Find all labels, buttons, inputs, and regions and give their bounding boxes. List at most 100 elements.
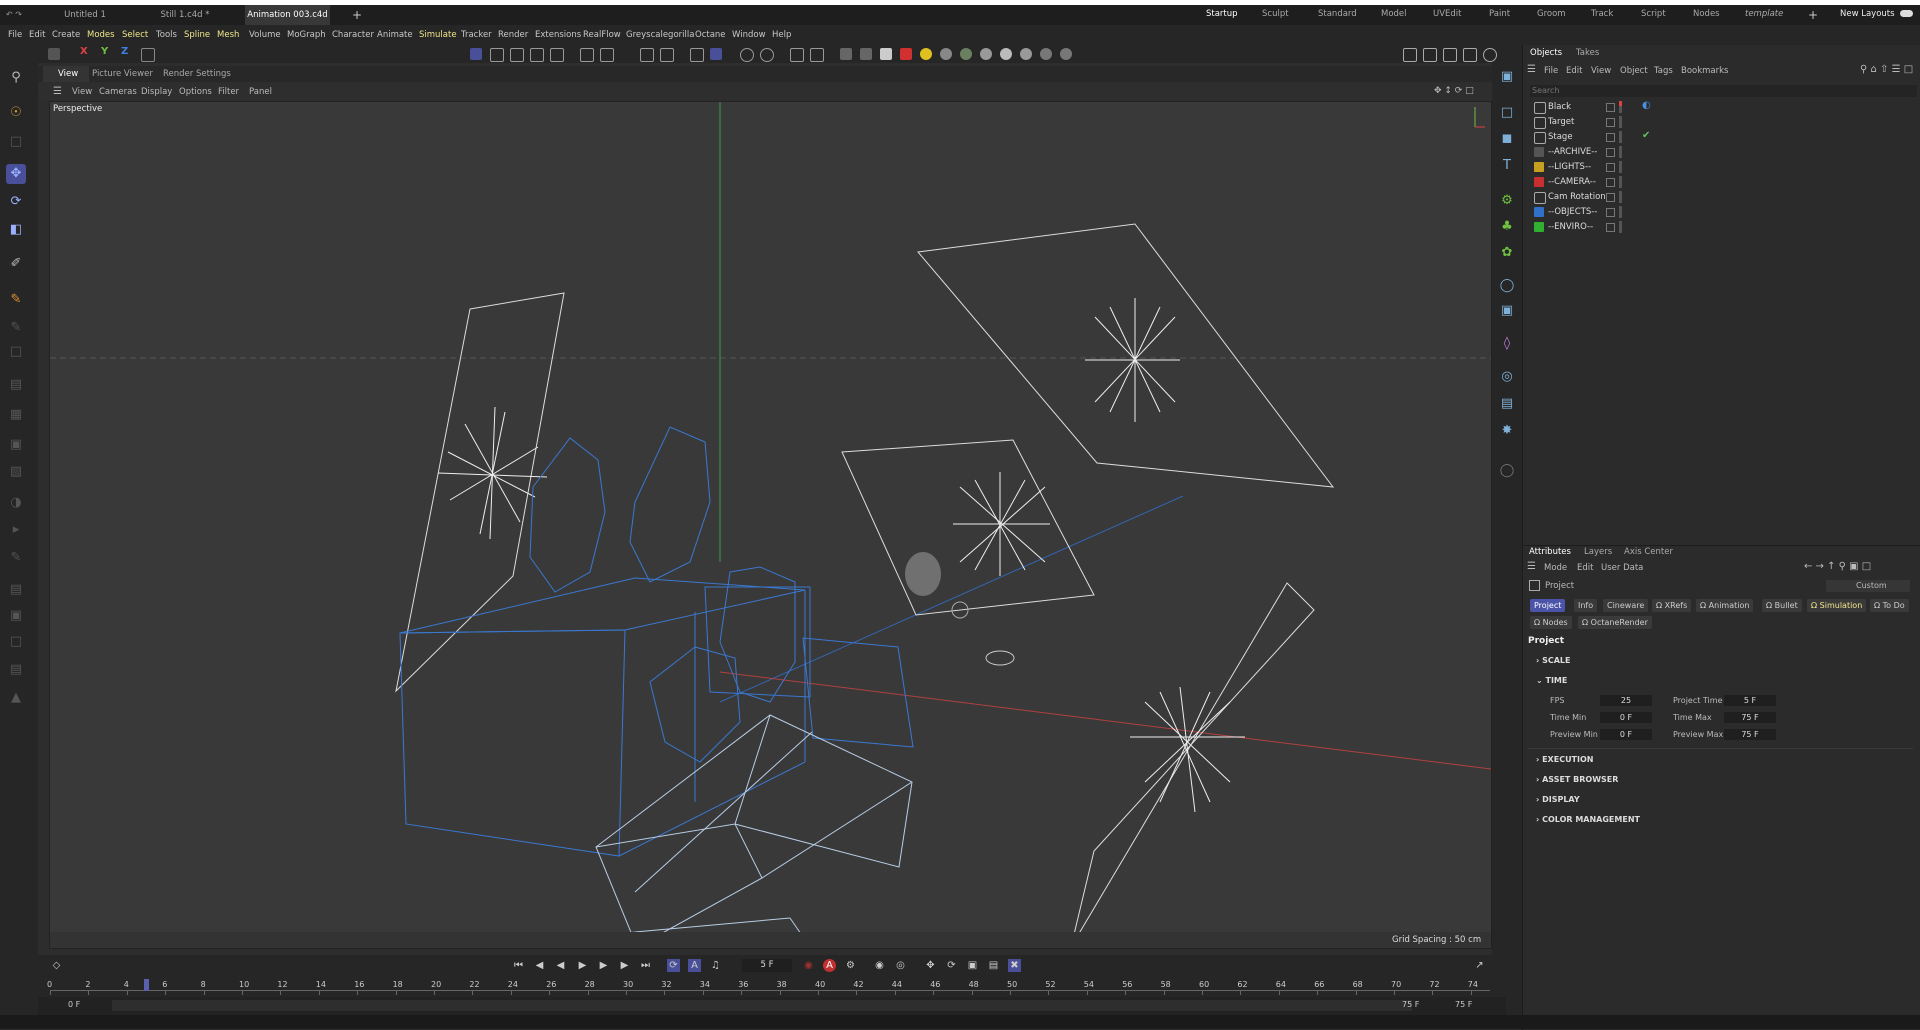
polygon-pen-icon[interactable]: □ [6, 342, 26, 362]
object-mode-icon[interactable] [48, 48, 60, 60]
field-icon[interactable]: ▣ [1498, 302, 1516, 320]
knife-icon[interactable]: ▧ [6, 462, 26, 482]
doc-tab-untitled[interactable]: Untitled 1 [50, 5, 120, 25]
menu-greyscalegorilla[interactable]: Greyscalegorilla [626, 30, 694, 40]
model-mode-icon[interactable] [470, 48, 482, 60]
layout-tab-uvedit[interactable]: UVEdit [1433, 9, 1462, 19]
keyframe-diamond-icon[interactable]: ◇ [50, 959, 63, 972]
section-time[interactable]: ⌄ TIME [1536, 676, 1567, 685]
connect-icon[interactable]: □ [6, 632, 26, 652]
octane-material-icon[interactable] [940, 48, 952, 60]
objects-search-input[interactable]: Search [1530, 85, 1917, 97]
object-row-objects[interactable]: --OBJECTS-- [1530, 205, 1915, 220]
tab-objects[interactable]: Objects [1530, 48, 1562, 58]
render-picture-viewer-icon[interactable] [1423, 48, 1437, 62]
lock-icon[interactable] [810, 48, 824, 62]
octane-camera-icon[interactable] [880, 48, 892, 60]
search-icon[interactable]: ⚲ [6, 68, 26, 88]
snap-icon[interactable] [640, 48, 654, 62]
axis-x-button[interactable]: X [80, 46, 88, 57]
visibility-dots[interactable] [1619, 191, 1622, 203]
object-row-enviro[interactable]: --ENVIRO-- [1530, 220, 1915, 235]
doc-tab-still[interactable]: Still 1.c4d * [150, 5, 220, 25]
mirror-icon[interactable] [790, 48, 804, 62]
spline-rectangle-icon[interactable]: □ [1498, 104, 1516, 122]
menu-tracker[interactable]: Tracker [461, 30, 492, 40]
visibility-check[interactable] [1606, 223, 1615, 232]
objects-hamburger-icon[interactable]: ☰ [1527, 64, 1536, 75]
tab-axis-center[interactable]: Axis Center [1624, 547, 1673, 557]
menu-render[interactable]: Render [498, 30, 528, 40]
timeline-expand-icon[interactable]: ↗ [1473, 959, 1486, 972]
object-row-lights[interactable]: --LIGHTS-- [1530, 160, 1915, 175]
keyframe-selection-icon[interactable]: ⚙ [844, 959, 857, 972]
viewport-camera-label[interactable]: Perspective [53, 104, 102, 114]
deformer-icon[interactable]: ◯ [1498, 277, 1516, 295]
attr-subtab-bullet[interactable]: Ω Bullet [1762, 599, 1802, 612]
menu-simulate[interactable]: Simulate [419, 30, 457, 40]
scheme-icon[interactable]: ◎ [894, 959, 907, 972]
attr-subtab-project[interactable]: Project [1530, 599, 1566, 612]
visibility-dots[interactable] [1619, 221, 1622, 233]
rotation-key-icon[interactable]: ⟳ [945, 959, 958, 972]
previous-frame-icon[interactable]: ◀ [554, 959, 567, 972]
points-mode-icon[interactable] [490, 48, 504, 62]
position-key-icon[interactable]: ✥ [924, 959, 937, 972]
visibility-check[interactable] [1606, 163, 1615, 172]
snap-settings-icon[interactable] [660, 48, 674, 62]
attributes-hamburger-icon[interactable]: ☰ [1527, 561, 1536, 572]
visibility-check[interactable] [1606, 133, 1615, 142]
bevel-icon[interactable]: ▦ [6, 405, 26, 425]
layout-tab-model[interactable]: Model [1381, 9, 1407, 19]
attributes-preset-dropdown[interactable]: Custom [1826, 580, 1910, 592]
objects-menu-edit[interactable]: Edit [1566, 66, 1582, 76]
sound-icon[interactable]: ♫ [709, 959, 722, 972]
layout-tab-script[interactable]: Script [1641, 9, 1666, 19]
autokey-icon[interactable]: A [823, 959, 836, 972]
measure-icon[interactable]: ◯ [1498, 462, 1516, 480]
menu-create[interactable]: Create [52, 30, 80, 40]
grid-icon[interactable] [710, 48, 722, 60]
next-key-icon[interactable]: ▶ [618, 959, 631, 972]
material-tag-icon[interactable]: ◐ [1642, 100, 1651, 111]
tab-view[interactable]: View [58, 69, 78, 79]
render-view-icon[interactable] [1403, 48, 1417, 62]
octane-live-icon[interactable] [840, 48, 852, 60]
section-scale[interactable]: › SCALE [1536, 656, 1570, 665]
symmetry-icon[interactable] [760, 48, 774, 62]
camera-icon[interactable]: ▤ [1498, 395, 1516, 413]
section-color-management[interactable]: › COLOR MANAGEMENT [1536, 815, 1640, 824]
scale-key-icon[interactable]: ▣ [966, 959, 979, 972]
environment-icon[interactable]: ◎ [1498, 368, 1516, 386]
octane-light-icon[interactable] [1060, 48, 1072, 60]
loop-icon[interactable]: ⟳ [667, 959, 680, 972]
menu-octane[interactable]: Octane [695, 30, 726, 40]
record-icon[interactable]: ◉ [802, 959, 815, 972]
layout-tab-paint[interactable]: Paint [1489, 9, 1510, 19]
generator-icon[interactable]: ⚙ [1498, 192, 1516, 210]
menu-modes[interactable]: Modes [87, 30, 115, 40]
fps-field[interactable]: 25 [1600, 695, 1652, 706]
octane-render-icon[interactable] [900, 48, 912, 60]
layout-tab-template[interactable]: template [1745, 9, 1783, 19]
attributes-menu-mode[interactable]: Mode [1544, 563, 1567, 573]
auto-key-mode-icon[interactable]: A [688, 959, 701, 972]
edit-render-settings-icon[interactable] [1443, 48, 1457, 62]
menu-help[interactable]: Help [772, 30, 791, 40]
attr-subtab-simulation[interactable]: Ω Simulation [1807, 599, 1867, 612]
tab-takes[interactable]: Takes [1576, 48, 1599, 58]
menu-realflow[interactable]: RealFlow [583, 30, 621, 40]
extrude-icon[interactable]: ▤ [6, 375, 26, 395]
object-row-black[interactable]: Black ◐ [1530, 100, 1915, 115]
tweak-mode-icon[interactable] [600, 48, 614, 62]
preview-end-field[interactable]: 75 F [1402, 999, 1419, 1011]
visibility-dots[interactable] [1619, 161, 1622, 173]
menu-extensions[interactable]: Extensions [535, 30, 581, 40]
object-row-stage[interactable]: Stage ✔ [1530, 130, 1915, 145]
soft-selection-icon[interactable] [740, 48, 754, 62]
3d-viewport[interactable] [49, 101, 1492, 949]
visibility-check[interactable] [1606, 208, 1615, 217]
preview-max-field[interactable]: 75 F [1724, 729, 1776, 740]
go-to-end-icon[interactable]: ⏭ [639, 959, 652, 972]
objects-menu-object[interactable]: Object [1620, 66, 1648, 76]
